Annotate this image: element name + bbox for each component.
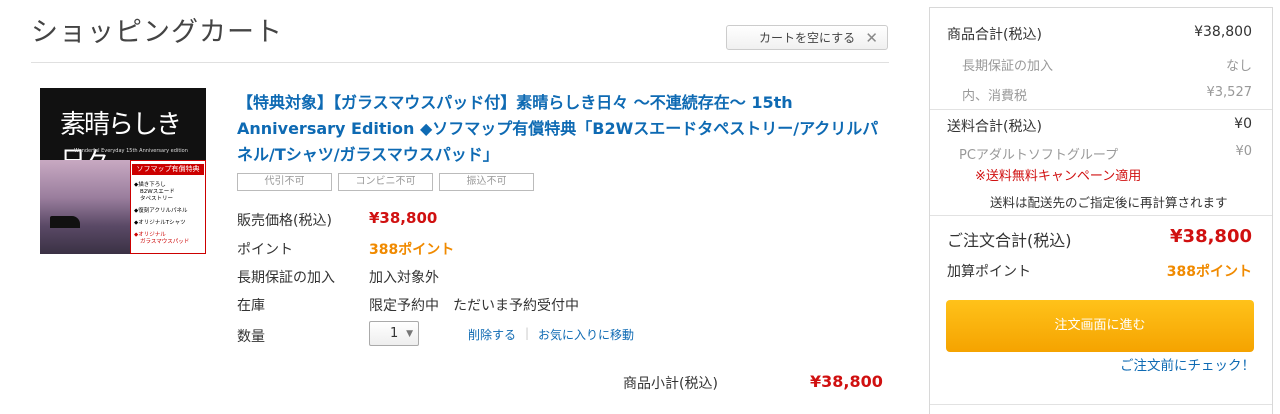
tag-no-convenience: コンビニ不可	[338, 173, 433, 191]
order-total-value: ¥38,800	[1170, 226, 1252, 247]
pre-order-check-link[interactable]: ご注文前にチェック！	[1120, 354, 1255, 374]
earned-points-label: 加算ポイント	[947, 264, 1031, 280]
thumb-line: ガラスマウスパッド	[140, 239, 190, 245]
product-title-link[interactable]: 【特典対象】【ガラスマウスパッド付】素晴らしき日々 〜不連続存在〜 15th A…	[237, 90, 887, 168]
divider	[930, 404, 1272, 405]
free-shipping-campaign-note: ※送料無料キャンペーン適用	[975, 169, 1142, 184]
tag-no-cod: 代引不可	[237, 173, 332, 191]
divider	[930, 109, 1272, 110]
order-total-label: ご注文合計(税込)	[947, 231, 1072, 250]
shipping-total-label: 送料合計(税込)	[947, 119, 1042, 135]
subtotal-label: 商品小計(税込)	[623, 376, 718, 392]
shipping-group-row: PCアダルトソフトグループ ¥0	[959, 144, 1252, 163]
payment-restriction-tags: 代引不可 コンビニ不可 振込不可	[237, 173, 534, 191]
divider	[930, 215, 1272, 216]
delete-link[interactable]: 削除する	[468, 326, 516, 343]
shipping-recalc-note: 送料は配送先のご指定後に再計算されます	[990, 195, 1228, 210]
shipping-total-row: 送料合計(税込) ¥0	[947, 116, 1252, 136]
shipping-group-value: ¥0	[1235, 144, 1252, 159]
warranty-summary-label: 長期保証の加入	[962, 59, 1054, 74]
tax-label: 内、消費税	[962, 89, 1028, 104]
thumb-line: ◆オリジナルTシャツ	[134, 220, 186, 226]
link-separator: |	[525, 326, 530, 340]
quantity-select[interactable]: 1 ▼	[369, 321, 419, 346]
tax-value: ¥3,527	[1206, 85, 1253, 100]
earned-points-value: 388ポイント	[1166, 264, 1252, 280]
price-value: ¥38,800	[369, 209, 438, 227]
chevron-down-icon: ▼	[406, 329, 413, 339]
clear-cart-label: カートを空にする	[759, 31, 856, 45]
tax-row: 内、消費税 ¥3,527	[962, 85, 1252, 104]
close-icon: ✕	[865, 29, 878, 47]
tag-no-transfer: 振込不可	[439, 173, 534, 191]
earned-points-row: 加算ポイント 388ポイント	[947, 261, 1252, 281]
warranty-label: 長期保証の加入	[237, 270, 335, 286]
thumb-line: ◆復刻アクリルパネル	[134, 208, 188, 214]
thumb-edition-art: Wonderful Everyday 15th Anniversary edit…	[74, 148, 188, 154]
page-title: ショッピングカート	[31, 17, 283, 48]
divider	[31, 62, 889, 63]
product-image[interactable]: 素晴らしき日々 Wonderful Everyday 15th Annivers…	[40, 88, 206, 254]
shipping-group-label: PCアダルトソフトグループ	[959, 148, 1119, 163]
quantity-label: 数量	[237, 329, 265, 345]
goods-total-label: 商品合計(税込)	[947, 27, 1042, 43]
thumb-line: タペストリー	[140, 196, 174, 202]
subtotal-value: ¥38,800	[810, 372, 883, 391]
stock-label: 在庫	[237, 298, 265, 314]
goods-total-row: 商品合計(税込) ¥38,800	[947, 24, 1252, 44]
points-label: ポイント	[237, 242, 293, 258]
goods-total-value: ¥38,800	[1194, 24, 1252, 40]
thumb-badge: ソフマップ有償特典	[132, 164, 204, 175]
proceed-to-checkout-button[interactable]: 注文画面に進む	[946, 300, 1254, 352]
quantity-value: 1	[390, 326, 399, 341]
shipping-total-value: ¥0	[1234, 116, 1252, 132]
warranty-summary-value: なし	[1225, 59, 1252, 74]
move-to-favorites-link[interactable]: お気に入りに移動	[538, 326, 634, 343]
points-value: 388ポイント	[369, 242, 455, 258]
stock-value: 限定予約中 ただいま予約受付中	[369, 298, 579, 314]
clear-cart-button[interactable]: カートを空にする ✕	[726, 25, 888, 50]
warranty-value: 加入対象外	[369, 270, 439, 286]
price-label: 販売価格(税込)	[237, 213, 332, 229]
warranty-summary-row: 長期保証の加入 なし	[962, 55, 1252, 74]
order-total-row: ご注文合計(税込) ¥38,800	[947, 226, 1252, 251]
